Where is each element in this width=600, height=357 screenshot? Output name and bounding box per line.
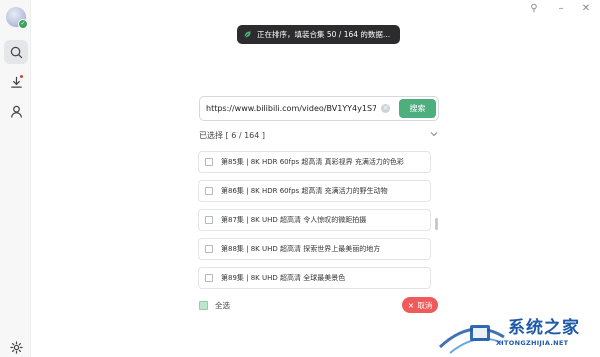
list-item[interactable]: 第86集 | 8K HDR 60fps 超高清 充满活力的野生动物 <box>198 180 431 202</box>
watermark-title: 系统之家 <box>508 318 580 338</box>
status-toast: 正在排序，填装合集 50 / 164 的数据... <box>237 25 400 44</box>
avatar-badge-icon: ✓ <box>18 19 28 29</box>
checkbox[interactable] <box>205 245 213 253</box>
list-item[interactable]: 第85集 | 8K HDR 60fps 超高清 真彩视界 充满活力的色彩 <box>198 151 431 173</box>
checkbox[interactable] <box>205 274 213 282</box>
minimize-icon[interactable]: – <box>555 2 567 14</box>
checkbox[interactable] <box>205 216 213 224</box>
close-icon[interactable]: ✕ <box>580 2 592 14</box>
list-item-label: 第88集 | 8K UHD 超高清 探索世界上最美丽的地方 <box>221 245 381 253</box>
select-all-checkbox[interactable] <box>199 301 208 310</box>
checkbox[interactable] <box>205 158 213 166</box>
close-icon: × <box>407 300 415 310</box>
list-scrollbar[interactable] <box>435 218 438 230</box>
list-item-label: 第85集 | 8K HDR 60fps 超高清 真彩视界 充满活力的色彩 <box>221 158 404 166</box>
sidebar-item-settings[interactable] <box>4 335 28 357</box>
cancel-label: 取消 <box>417 300 433 310</box>
sidebar-item-search[interactable] <box>4 40 28 64</box>
list-item[interactable]: 第89集 | 8K UHD 超高清 全球最美景色 <box>198 267 431 289</box>
toast-text: 正在排序，填装合集 50 / 164 的数据... <box>257 30 391 39</box>
url-input[interactable] <box>206 97 376 120</box>
clear-icon[interactable]: × <box>381 104 390 113</box>
list-item-label: 第87集 | 8K UHD 超高清 令人惊叹的微距拍摄 <box>221 216 367 224</box>
chevron-down-icon[interactable] <box>429 130 439 138</box>
list-item-label: 第89集 | 8K UHD 超高清 全球最美景色 <box>221 274 346 282</box>
notification-dot <box>20 75 23 78</box>
avatar[interactable]: ✓ <box>6 7 28 29</box>
list-item[interactable]: 第87集 | 8K UHD 超高清 令人惊叹的微距拍摄 <box>198 209 431 231</box>
leaf-icon <box>244 31 251 38</box>
watermark-subtitle: XITONGZHIJIA.NET <box>496 339 569 347</box>
search-button[interactable]: 搜索 <box>399 99 436 118</box>
search-bar: × 搜索 <box>199 96 439 121</box>
list-item[interactable]: 第88集 | 8K UHD 超高清 探索世界上最美丽的地方 <box>198 238 431 260</box>
select-all-label: 全选 <box>215 301 230 310</box>
episode-list: 第85集 | 8K HDR 60fps 超高清 真彩视界 充满活力的色彩 第86… <box>198 151 433 290</box>
selection-count: 已选择 [ 6 / 164 ] <box>199 131 266 140</box>
pin-icon[interactable]: ⚲ <box>528 2 540 14</box>
sidebar-item-user[interactable] <box>4 99 28 123</box>
user-icon <box>10 105 22 118</box>
sidebar: ✓ <box>0 0 31 357</box>
search-icon <box>10 46 22 58</box>
sidebar-item-download[interactable] <box>4 70 28 94</box>
select-all[interactable]: 全选 <box>199 300 230 311</box>
checkbox[interactable] <box>205 187 213 195</box>
list-item-label: 第86集 | 8K HDR 60fps 超高清 充满活力的野生动物 <box>221 187 388 195</box>
settings-icon <box>9 340 23 354</box>
